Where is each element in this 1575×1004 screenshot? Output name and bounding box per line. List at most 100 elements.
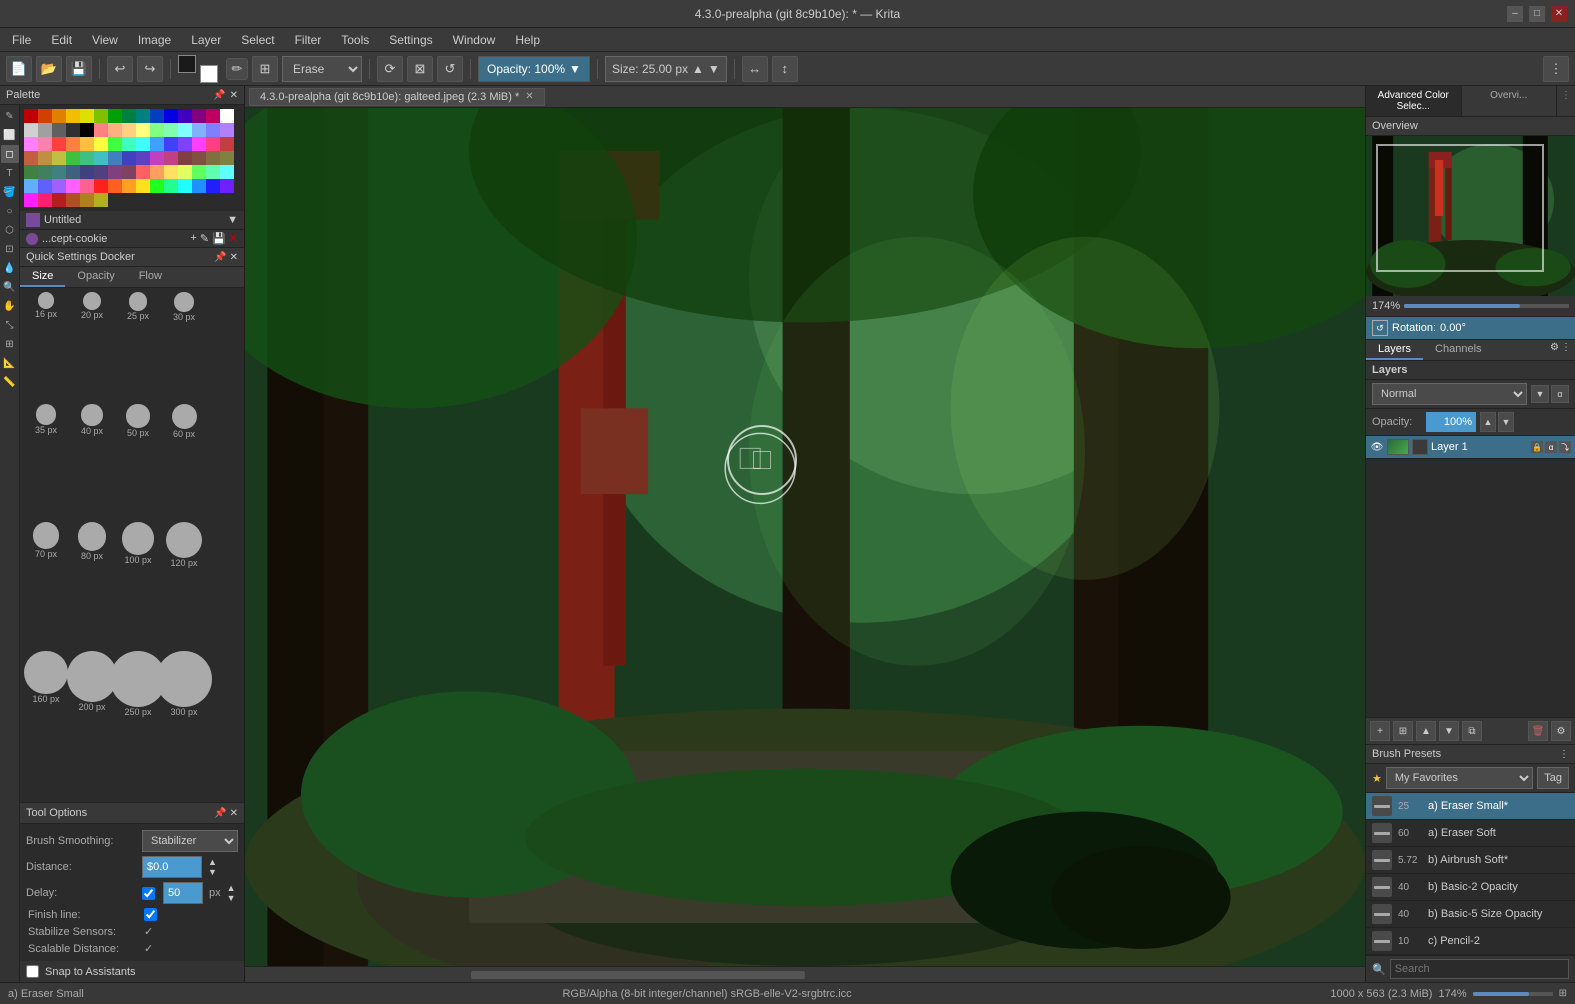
h-scrollbar-thumb[interactable] (471, 971, 805, 979)
palette-color-swatch[interactable] (66, 137, 80, 151)
delay-input[interactable] (163, 882, 203, 904)
palette-color-swatch[interactable] (108, 151, 122, 165)
palette-color-swatch[interactable] (220, 109, 234, 123)
mirror-h-button[interactable]: ↔ (742, 56, 768, 82)
palette-color-swatch[interactable] (136, 109, 150, 123)
palette-color-swatch[interactable] (94, 179, 108, 193)
palette-color-swatch[interactable] (220, 151, 234, 165)
palette-color-swatch[interactable] (94, 109, 108, 123)
brush-size-item[interactable]: 25 px (116, 292, 160, 402)
opacity-down-arrow[interactable]: ▼ (1498, 412, 1514, 432)
palette-color-swatch[interactable] (192, 109, 206, 123)
quick-settings-close-icon[interactable]: ✕ (230, 252, 238, 263)
palette-color-swatch[interactable] (192, 165, 206, 179)
tool-text[interactable]: T (1, 164, 19, 182)
tool-paint[interactable]: ✎ (1, 107, 19, 125)
palette-color-swatch[interactable] (24, 193, 38, 207)
brush-size-item[interactable]: 200 px (70, 651, 114, 798)
palette-color-swatch[interactable] (94, 123, 108, 137)
brush-add-icon[interactable]: + (190, 232, 196, 245)
palette-color-swatch[interactable] (38, 165, 52, 179)
presets-filter-dropdown[interactable]: My Favorites (1386, 767, 1533, 789)
palette-color-swatch[interactable] (122, 137, 136, 151)
palette-color-swatch[interactable] (80, 137, 94, 151)
palette-color-swatch[interactable] (206, 179, 220, 193)
palette-pin-icon[interactable]: 📌 (213, 90, 225, 101)
palette-color-swatch[interactable] (192, 123, 206, 137)
palette-color-swatch[interactable] (108, 123, 122, 137)
menu-select[interactable]: Select (233, 31, 282, 49)
tab-advanced-color[interactable]: Advanced Color Selec... (1366, 86, 1462, 116)
tool-path[interactable]: ⬡ (1, 221, 19, 239)
grid-button[interactable]: ⊞ (252, 56, 278, 82)
brush-edit-icon[interactable]: ✎ (200, 232, 209, 245)
smoothing-dropdown[interactable]: Stabilizer (142, 830, 238, 852)
layer-inherit-icon[interactable]: ⤵ (1559, 441, 1571, 453)
zoom-slider[interactable] (1404, 304, 1569, 308)
palette-color-swatch[interactable] (150, 123, 164, 137)
canvas-tab[interactable]: 4.3.0-prealpha (git 8c9b10e): galteed.jp… (249, 88, 545, 106)
preset-item[interactable]: 40b) Basic-2 Opacity (1366, 874, 1575, 901)
palette-color-swatch[interactable] (178, 109, 192, 123)
palette-color-swatch[interactable] (80, 151, 94, 165)
tool-zoom[interactable]: 🔍 (1, 278, 19, 296)
tool-assistant[interactable]: 📐 (1, 354, 19, 372)
tab-layers[interactable]: Layers (1366, 340, 1423, 360)
group-layers-button[interactable]: ⊞ (1393, 721, 1413, 741)
palette-color-swatch[interactable] (122, 165, 136, 179)
tag-button[interactable]: Tag (1537, 767, 1569, 789)
tool-fill[interactable]: 🪣 (1, 183, 19, 201)
palette-color-swatch[interactable] (66, 151, 80, 165)
palette-color-swatch[interactable] (80, 193, 94, 207)
layer-alpha-icon[interactable]: α (1545, 441, 1557, 453)
palette-color-swatch[interactable] (192, 179, 206, 193)
tool-shape[interactable]: ○ (1, 202, 19, 220)
palette-color-swatch[interactable] (66, 109, 80, 123)
brush-size-item[interactable]: 160 px (24, 651, 68, 798)
palette-color-swatch[interactable] (108, 179, 122, 193)
foreground-color[interactable] (178, 55, 196, 73)
palette-color-swatch[interactable] (52, 165, 66, 179)
brush-search-input[interactable] (1390, 959, 1569, 979)
right-panel-more[interactable]: ⋮ (1557, 86, 1575, 116)
palette-color-swatch[interactable] (80, 123, 94, 137)
menu-tools[interactable]: Tools (333, 31, 377, 49)
brush-size-item[interactable]: 60 px (162, 404, 206, 520)
preset-item[interactable]: 40b) Basic-5 Size Opacity (1366, 901, 1575, 928)
layer-lock-icon[interactable]: 🔒 (1531, 441, 1543, 453)
background-color[interactable] (200, 65, 218, 83)
palette-color-swatch[interactable] (220, 123, 234, 137)
brush-mode-dropdown[interactable]: Erase (282, 56, 362, 82)
palette-color-swatch[interactable] (150, 151, 164, 165)
palette-color-swatch[interactable] (178, 179, 192, 193)
move-layer-down-button[interactable]: ▼ (1439, 721, 1459, 741)
palette-color-swatch[interactable] (38, 151, 52, 165)
rotate-canvas-icon[interactable]: ↺ (1372, 320, 1388, 336)
palette-color-swatch[interactable] (150, 137, 164, 151)
delay-checkbox[interactable] (142, 887, 155, 900)
size-spinner-up[interactable]: ▲ (692, 62, 704, 76)
distance-spinner-up[interactable]: ▲▼ (208, 857, 217, 877)
layer-opacity-input[interactable] (1426, 412, 1476, 432)
palette-color-swatch[interactable] (52, 109, 66, 123)
brush-size-item[interactable]: 100 px (116, 522, 160, 649)
palette-color-swatch[interactable] (52, 193, 66, 207)
canvas-viewport[interactable] (245, 108, 1365, 966)
palette-color-swatch[interactable] (52, 123, 66, 137)
menu-view[interactable]: View (84, 31, 126, 49)
layers-settings-icon[interactable]: ⚙ (1550, 342, 1559, 358)
palette-color-swatch[interactable] (136, 165, 150, 179)
palette-close-icon[interactable]: ✕ (230, 90, 238, 101)
palette-color-swatch[interactable] (108, 165, 122, 179)
palette-color-swatch[interactable] (94, 165, 108, 179)
quick-settings-pin-icon[interactable]: 📌 (214, 252, 226, 263)
palette-color-swatch[interactable] (66, 165, 80, 179)
menu-image[interactable]: Image (130, 31, 179, 49)
opacity-arrow-down[interactable]: ▼ (569, 62, 581, 76)
brush-presets-more[interactable]: ⋮ (1559, 749, 1569, 760)
palette-color-swatch[interactable] (136, 151, 150, 165)
canvas-scrollbar[interactable] (245, 966, 1365, 982)
layer-item[interactable]: 👁 Layer 1 🔒 α ⤵ (1366, 436, 1575, 459)
palette-color-swatch[interactable] (24, 123, 38, 137)
palette-color-swatch[interactable] (192, 137, 206, 151)
